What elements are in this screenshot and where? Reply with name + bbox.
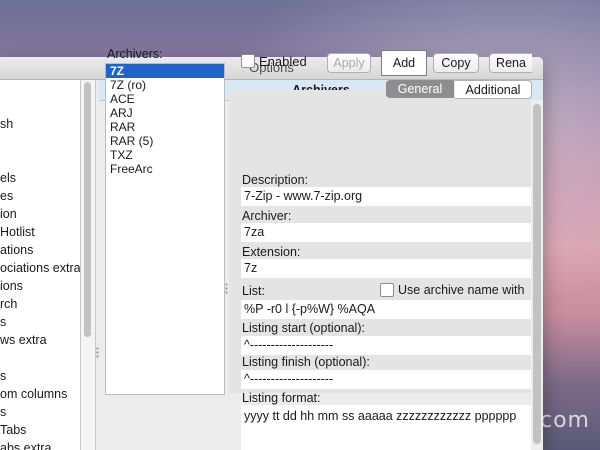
description-label: Description: (242, 173, 308, 187)
archiver-field[interactable]: 7za (241, 223, 531, 242)
enabled-label: Enabled (259, 54, 307, 69)
category-item[interactable]: Hotlist (0, 223, 80, 241)
category-item[interactable] (0, 133, 80, 151)
category-item[interactable]: ociations extra (0, 259, 80, 277)
listing-start-field[interactable]: ^-------------------- (241, 336, 531, 355)
list-command-field[interactable]: %P -r0 l {-p%W} %AQA (241, 300, 531, 319)
archiver-item[interactable]: TXZ (106, 148, 224, 162)
use-archive-name-label: Use archive name with (398, 283, 525, 297)
category-item[interactable] (0, 151, 80, 169)
category-item[interactable]: ions (0, 277, 80, 295)
listing-finish-field[interactable]: ^-------------------- (241, 370, 531, 389)
category-item[interactable]: abs extra (0, 439, 80, 450)
panel-scrollbar[interactable] (531, 100, 543, 450)
category-item[interactable]: ations (0, 241, 80, 259)
copy-button[interactable]: Copy (433, 53, 479, 73)
listing-format-field[interactable]: yyyy tt dd hh mm ss aaaaa zzzzzzzzzzzz p… (241, 405, 531, 450)
list-label: List: (242, 284, 265, 298)
archiver-item[interactable]: ARJ (106, 106, 224, 120)
archiver-item[interactable]: 7Z (ro) (106, 78, 224, 92)
archivers-list[interactable]: 7Z 7Z (ro) ACE ARJ RAR RAR (5) TXZ FreeArc (105, 63, 225, 395)
category-item[interactable]: s (0, 313, 80, 331)
enabled-checkbox[interactable] (241, 54, 255, 69)
category-item[interactable]: om columns (0, 385, 80, 403)
category-scrollbar[interactable] (81, 80, 96, 450)
extension-field[interactable]: 7z (241, 259, 531, 278)
tab-general[interactable]: General (386, 80, 454, 98)
category-item[interactable]: ws extra (0, 331, 80, 349)
description-field[interactable]: 7-Zip - www.7-zip.org (241, 187, 531, 206)
category-item[interactable]: sh (0, 115, 80, 133)
listing-format-label: Listing format: (242, 391, 321, 405)
category-item[interactable]: els (0, 169, 80, 187)
archiver-label: Archiver: (242, 209, 292, 223)
extension-label: Extension: (242, 245, 301, 259)
archiver-item[interactable]: RAR (5) (106, 134, 224, 148)
use-archive-name-checkbox[interactable] (380, 283, 394, 298)
category-item[interactable]: rch (0, 295, 80, 313)
category-item[interactable] (0, 349, 80, 367)
archiver-item[interactable]: ACE (106, 92, 224, 106)
archivers-label: Archivers: (107, 47, 163, 61)
category-item[interactable]: es (0, 187, 80, 205)
splitter-handle[interactable]: ▪ ▪ ▪ (96, 345, 100, 361)
add-button[interactable]: Add (381, 50, 427, 76)
category-item[interactable]: ion (0, 205, 80, 223)
options-category-list[interactable]: sh els es ion Hotlist ations ociations extra io… (0, 80, 81, 450)
scrollbar-thumb[interactable] (84, 82, 91, 337)
category-item[interactable]: s (0, 367, 80, 385)
archiver-item[interactable]: FreeArc (106, 162, 224, 176)
category-item[interactable]: Tabs (0, 421, 80, 439)
listing-finish-label: Listing finish (optional): (242, 355, 370, 369)
apply-button[interactable]: Apply (327, 53, 371, 73)
watermark-text: com (540, 408, 590, 433)
panel-scrollbar-thumb[interactable] (533, 104, 541, 444)
rename-button[interactable]: Rena (489, 53, 532, 73)
archiver-item[interactable]: 7Z (106, 64, 224, 78)
tab-additional[interactable]: Additional (455, 80, 532, 99)
category-item[interactable]: s (0, 403, 80, 421)
archiver-item[interactable]: RAR (106, 120, 224, 134)
listing-start-label: Listing start (optional): (242, 321, 365, 335)
